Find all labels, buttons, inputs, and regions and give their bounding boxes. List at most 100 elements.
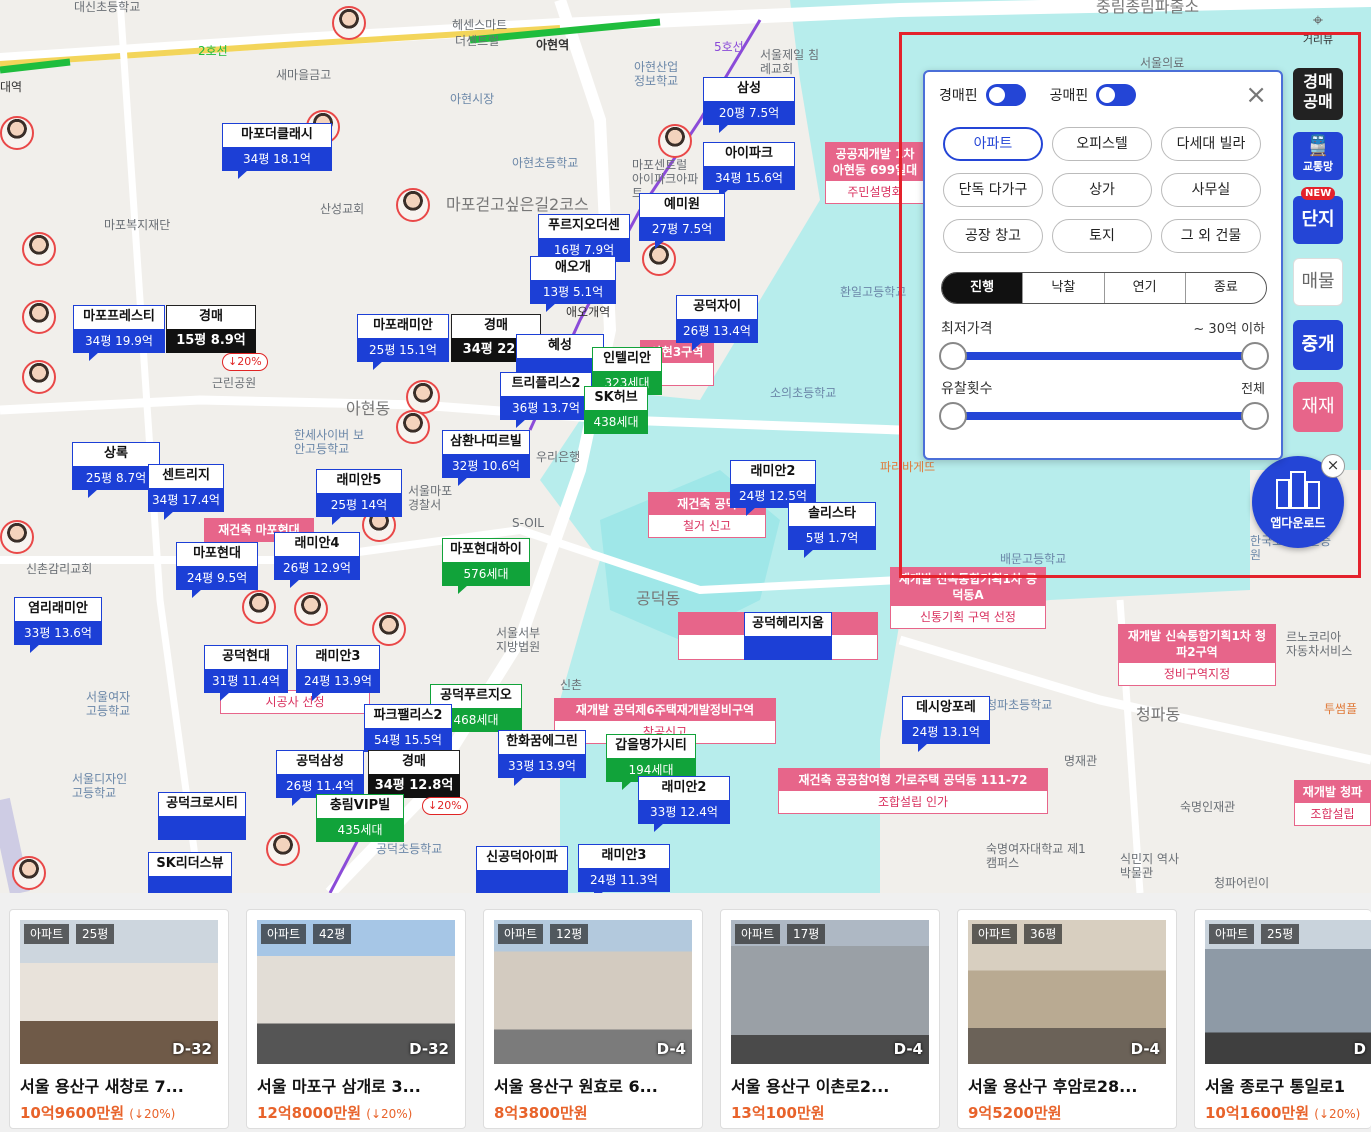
price-marker[interactable]: 데시앙포레 24평 13.1억 [902, 696, 990, 752]
agent-avatar[interactable] [0, 520, 34, 554]
price-marker[interactable]: 한화꿈에그린 33평 13.9억 [498, 730, 586, 786]
public-sale-pin-switch[interactable] [1096, 84, 1137, 106]
price-marker[interactable]: 아이파크 34평 15.6억 [703, 142, 795, 198]
agent-avatar[interactable] [658, 124, 692, 158]
price-slider-max-handle[interactable] [1241, 342, 1269, 370]
price-marker[interactable]: 마포프레스티 34평 19.9억 [73, 305, 165, 361]
agent-avatar[interactable] [372, 612, 406, 646]
agent-avatar[interactable] [294, 592, 328, 626]
agent-avatar[interactable] [12, 856, 46, 890]
place-label: 애오개역 [566, 305, 611, 319]
price-marker[interactable]: 공덕현대 31평 11.4억 [204, 645, 288, 701]
broker-button[interactable]: 중개 [1293, 320, 1343, 370]
complex-marker[interactable]: SK허브 438세대 [584, 386, 648, 434]
price-marker[interactable]: 센트리지 34평 17.4억 [148, 464, 224, 520]
complex-marker[interactable]: 갑을명가시티 194세대 [606, 734, 696, 790]
price-marker[interactable]: 삼환나띠르빌 32평 10.6억 [442, 430, 530, 486]
redev-label[interactable]: 공공재개발 1차 아현동 699일대 주민설명회 [825, 142, 925, 204]
price-marker[interactable]: 래미안3 24평 13.9억 [296, 645, 380, 701]
place-label: 우리은행 [536, 450, 581, 464]
map-canvas[interactable]: 대신초등학교 헤센스마트 더센트럴 아현역 새마을금고 아현시장 아현산업 정보… [0, 0, 1371, 893]
auction-marker[interactable]: 경매 34평 12.8억 [368, 750, 460, 798]
status-won[interactable]: 낙찰 [1022, 273, 1103, 303]
fail-slider-min-handle[interactable] [939, 402, 967, 430]
redev-label[interactable]: 재개발 신속통합기획1차 청파2구역 정비구역지정 [1118, 624, 1276, 686]
status-ongoing[interactable]: 진행 [942, 273, 1023, 303]
type-house[interactable]: 단독 다가구 [943, 173, 1043, 207]
agent-avatar[interactable] [396, 410, 430, 444]
close-icon[interactable]: × [1245, 82, 1267, 108]
complex-button[interactable]: 단지 [1293, 196, 1343, 244]
type-other[interactable]: 그 외 건물 [1161, 219, 1261, 253]
auction-marker[interactable]: 경매 15평 8.9억 [166, 305, 256, 353]
agent-avatar[interactable] [242, 590, 276, 624]
redev-label[interactable]: 재건축 공공참여형 가로주택 공덕동 111-72 조합설립 인가 [778, 768, 1048, 814]
price-marker[interactable]: 삼성 20평 7.5억 [703, 77, 795, 133]
redev-label[interactable]: 시공사 선정 [220, 690, 370, 714]
agent-avatar[interactable] [22, 360, 56, 394]
agent-avatar[interactable] [266, 832, 300, 866]
agent-avatar[interactable] [0, 116, 34, 150]
price-marker[interactable]: 래미안2 24평 12.5억 [730, 460, 816, 516]
listing-card[interactable]: 아파트 17평 D-4 서울 용산구 이촌로2... 13억100만원 [720, 909, 940, 1129]
agent-avatar[interactable] [332, 6, 366, 40]
redo-button[interactable]: 재재 [1293, 382, 1343, 432]
price-marker[interactable]: 공덕크로시티 [158, 792, 246, 840]
status-postponed[interactable]: 연기 [1103, 273, 1185, 303]
type-office[interactable]: 사무실 [1161, 173, 1261, 207]
type-apartment[interactable]: 아파트 [943, 127, 1043, 161]
place-label: 르노코리아 자동차서비스 [1286, 630, 1353, 658]
listing-card[interactable]: 아파트 36평 D-4 서울 용산구 후암로28... 9억5200만원 [957, 909, 1177, 1129]
price-marker[interactable]: 래미안5 25평 14억 [316, 469, 402, 525]
price-marker[interactable]: 마포래미안 25평 15.1억 [357, 314, 449, 370]
price-marker[interactable]: 파크팰리스2 54평 15.5억 [364, 704, 452, 760]
price-marker[interactable]: 애오개 13평 5.1억 [530, 256, 616, 312]
auction-pin-switch[interactable] [985, 84, 1026, 106]
place-label: 투썸플 [1324, 702, 1358, 716]
price-marker[interactable]: 트리플리스2 36평 13.7억 [500, 372, 592, 428]
fail-slider-track[interactable] [955, 412, 1257, 420]
agent-avatar[interactable] [406, 380, 440, 414]
price-marker[interactable]: 공덕자이 26평 13.4억 [676, 295, 758, 351]
listing-card[interactable]: 아파트 42평 D-32 서울 마포구 삼개로 3... 12억8000만원 (… [246, 909, 466, 1129]
fail-slider-max-handle[interactable] [1241, 402, 1269, 430]
price-marker[interactable]: 래미안2 33평 12.4억 [638, 776, 730, 832]
redev-label[interactable]: 재개발 청파 조합설립 [1294, 780, 1371, 826]
type-store[interactable]: 상가 [1052, 173, 1152, 207]
agent-avatar[interactable] [22, 300, 56, 334]
price-marker[interactable]: 공덕삼성 26평 11.4억 [276, 750, 364, 806]
agent-avatar[interactable] [396, 188, 430, 222]
price-marker[interactable]: 마포더클래시 34평 18.1억 [222, 123, 332, 179]
listing-card[interactable]: 아파트 25평 D 서울 종로구 통일로1 10억1600만원 (↓20%) [1194, 909, 1371, 1129]
price-marker[interactable]: 예미원 27평 7.5억 [639, 193, 725, 249]
redev-label[interactable]: 재개발 신속통합기획1차 공덕동A 신통기획 구역 선정 [890, 567, 1046, 629]
listing-button[interactable]: 매물 [1293, 258, 1343, 306]
type-officetel[interactable]: 오피스텔 [1052, 127, 1152, 161]
price-marker[interactable]: SK리더스뷰 [148, 852, 232, 893]
listing-card[interactable]: 아파트 12평 D-4 서울 용산구 원효로 6... 8억3800만원 [483, 909, 703, 1129]
auction-toggle-button[interactable]: 경매 공매 [1293, 68, 1343, 120]
price-slider-track[interactable] [955, 352, 1257, 360]
place-label: 소의초등학교 [770, 386, 837, 400]
type-land[interactable]: 토지 [1052, 219, 1152, 253]
price-marker[interactable]: 공덕헤리지움 [744, 612, 832, 660]
complex-marker[interactable]: 마포현대하이 576세대 [442, 538, 530, 594]
price-marker[interactable]: 신공덕아이파 [476, 846, 568, 893]
status-ended[interactable]: 종료 [1184, 273, 1266, 303]
agent-avatar[interactable] [22, 232, 56, 266]
price-marker[interactable]: 상록 25평 8.7억 [72, 442, 160, 498]
type-villa[interactable]: 다세대 빌라 [1161, 127, 1261, 161]
price-marker[interactable]: 솔리스타 5평 1.7억 [788, 502, 876, 558]
price-marker[interactable]: 래미안3 24평 11.3억 [578, 844, 670, 893]
close-icon[interactable]: × [1321, 454, 1345, 478]
price-slider-min-handle[interactable] [939, 342, 967, 370]
type-factory[interactable]: 공장 창고 [943, 219, 1043, 253]
complex-marker[interactable]: 충림VIP빌 435세대 [316, 794, 404, 842]
price-marker[interactable]: 푸르지오더센 16평 7.9억 [538, 214, 630, 270]
listing-card[interactable]: 아파트 25평 D-32 서울 용산구 새창로 7... 10억9600만원 (… [9, 909, 229, 1129]
price-marker[interactable]: 마포현대 24평 9.5억 [176, 542, 258, 598]
distance-view-button[interactable]: ⌖ 거리뷰 [1293, 10, 1343, 47]
price-marker[interactable]: 염리래미안 33평 13.6억 [14, 597, 102, 653]
transit-button[interactable]: 🚆 교통망 [1293, 132, 1343, 180]
price-marker[interactable]: 래미안4 26평 12.9억 [274, 532, 360, 588]
